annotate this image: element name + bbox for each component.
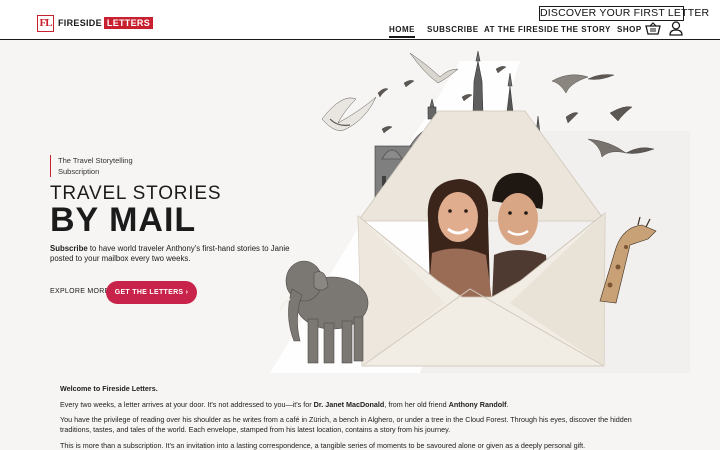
intro-paragraph-3: This is more than a subscription. It's a…	[60, 440, 586, 450]
nav-home[interactable]: HOME	[389, 25, 415, 38]
intro-paragraph-2: You have the privilege of reading over h…	[60, 415, 632, 434]
welcome-text: Welcome to Fireside Letters.	[60, 384, 158, 393]
p1-text-e: .	[506, 399, 509, 409]
p1-janet-name: Dr. Janet MacDonald	[313, 399, 385, 409]
hero-eyebrow: The Travel Storytelling Subscription	[50, 155, 160, 177]
nav-the-story[interactable]: THE STORY	[561, 25, 611, 34]
hero-section: The Travel Storytelling Subscription TRA…	[0, 41, 720, 373]
intro-content: Welcome to Fireside Letters. Every two w…	[60, 384, 660, 450]
nav-at-the-fireside[interactable]: AT THE FIRESIDE	[484, 25, 559, 34]
get-the-letters-button[interactable]: GET THE LETTERS ›	[106, 281, 197, 304]
lead-subscribe-link[interactable]: Subscribe	[50, 244, 88, 253]
hero-lead: Subscribe to have world traveler Anthony…	[50, 244, 295, 263]
p1-anthony-name: Anthony Randolf	[448, 399, 507, 409]
hero-title-line-2: BY MAIL	[50, 201, 197, 239]
p1-text-a: Every two weeks, a letter arrives at you…	[60, 399, 314, 409]
eyebrow-line-2: Subscription	[58, 167, 100, 176]
welcome-heading: Welcome to Fireside Letters.	[60, 384, 660, 394]
nav-shop[interactable]: SHOP	[617, 25, 642, 34]
hero-illustration	[270, 50, 690, 373]
intro-paragraph-1: Every two weeks, a letter arrives at you…	[60, 400, 660, 410]
cart-icon[interactable]	[645, 22, 661, 35]
nav-subscribe[interactable]: SUBSCRIBE	[427, 25, 479, 34]
p1-text-c: , from her old friend	[384, 399, 449, 409]
main-nav: HOME SUBSCRIBE AT THE FIRESIDE THE STORY…	[0, 25, 720, 39]
discover-first-letter-link[interactable]: DISCOVER YOUR FIRST LETTER	[539, 6, 709, 21]
site-header: FL FIRESIDE LETTERS DISCOVER YOUR FIRST …	[0, 0, 720, 40]
eyebrow-line-1: The Travel Storytelling	[58, 156, 133, 165]
explore-more-link[interactable]: EXPLORE MORE	[50, 288, 110, 295]
user-icon[interactable]	[669, 21, 683, 36]
